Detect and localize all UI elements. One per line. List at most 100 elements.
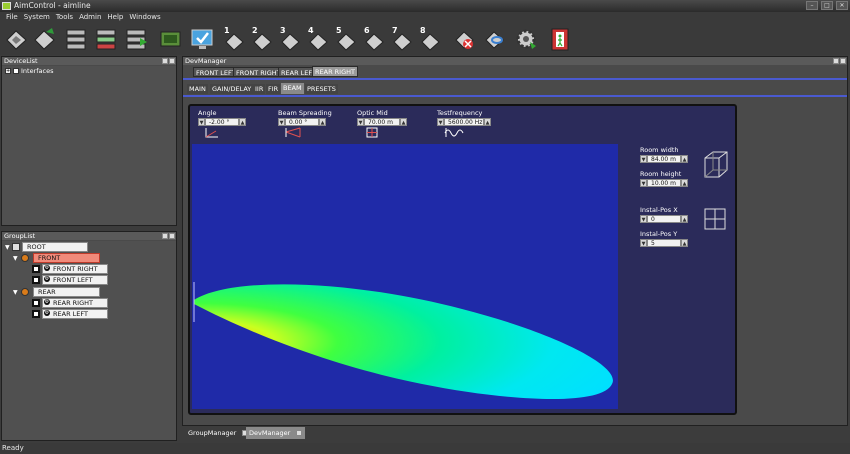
tab-iir[interactable]: IIR — [253, 84, 266, 94]
tree-item-front-right[interactable]: ⚙ FRONT RIGHT — [42, 264, 108, 274]
testfrequency-spinbox[interactable]: ▼ 5600.00 Hz ▲ — [437, 118, 491, 126]
instal-pos-x-spinbox[interactable]: ▼ 0 ▲ — [640, 215, 688, 223]
instal-pos-y-value[interactable]: 5 — [647, 239, 681, 247]
checkbox[interactable] — [13, 68, 19, 74]
panel-float-button[interactable] — [162, 233, 168, 239]
tree-item-front[interactable]: FRONT — [33, 253, 100, 263]
tab-presets[interactable]: PRESETS — [305, 84, 338, 94]
status-bar: Ready — [0, 443, 850, 454]
beam-spreading-value[interactable]: 0.00 ° — [285, 118, 319, 126]
tab-gain-delay[interactable]: GAIN/DELAY — [210, 84, 254, 94]
group-list-title: GroupList — [4, 232, 36, 240]
group-icon — [21, 254, 29, 262]
decrement-arrow-icon[interactable]: ▼ — [640, 215, 647, 223]
exit-button[interactable] — [548, 26, 573, 52]
chip-button[interactable] — [158, 26, 183, 52]
testfrequency-label: Testfrequency — [437, 109, 483, 117]
decrement-arrow-icon[interactable]: ▼ — [357, 118, 364, 126]
tab-group-manager[interactable]: GroupManager — [185, 427, 251, 439]
panel-close-button[interactable] — [840, 58, 846, 64]
collapse-toggle[interactable]: ▼ — [13, 255, 18, 262]
beam-spreading-spinbox[interactable]: ▼ 0.00 ° ▲ — [278, 118, 326, 126]
decrement-arrow-icon[interactable]: ▼ — [278, 118, 285, 126]
preset-6-button[interactable]: 6 — [362, 26, 387, 52]
stack-color-button[interactable] — [94, 26, 119, 52]
increment-arrow-icon[interactable]: ▲ — [681, 215, 688, 223]
increment-arrow-icon[interactable]: ▲ — [239, 118, 246, 126]
link-button[interactable] — [482, 26, 507, 52]
tree-item-front-left[interactable]: ⚙ FRONT LEFT — [42, 275, 108, 285]
minimize-button[interactable]: – — [806, 1, 818, 10]
menu-windows[interactable]: Windows — [126, 12, 163, 23]
angle-value[interactable]: -2.00 ° — [205, 118, 239, 126]
instal-pos-y-spinbox[interactable]: ▼ 5 ▲ — [640, 239, 688, 247]
room-height-value[interactable]: 10.00 m — [647, 179, 681, 187]
settings-button[interactable] — [514, 26, 539, 52]
tree-item-interfaces[interactable]: Interfaces — [21, 67, 54, 75]
collapse-toggle[interactable]: ▼ — [5, 244, 10, 251]
decrement-arrow-icon[interactable]: ▼ — [640, 155, 647, 163]
tab-front-left[interactable]: FRONT LEFT — [193, 67, 239, 77]
preset-4-button[interactable]: 4 — [306, 26, 331, 52]
menu-help[interactable]: Help — [104, 12, 126, 23]
increment-arrow-icon[interactable]: ▲ — [400, 118, 407, 126]
toolbar: 1 2 3 4 5 6 7 8 — [0, 23, 850, 55]
sine-wave-icon — [444, 128, 464, 137]
disconnect-device-button[interactable] — [32, 26, 57, 52]
tree-item-rear-right[interactable]: ⚙ REAR RIGHT — [42, 298, 108, 308]
tab-beam[interactable]: BEAM — [281, 83, 304, 94]
tab-front-right[interactable]: FRONT RIGHT — [233, 67, 284, 77]
delete-device-button[interactable] — [452, 26, 477, 52]
collapse-toggle[interactable]: ▼ — [13, 289, 18, 296]
decrement-arrow-icon[interactable]: ▼ — [640, 239, 647, 247]
monitor-check-button[interactable] — [190, 26, 215, 52]
optic-mid-value[interactable]: 70.00 m — [364, 118, 400, 126]
stack-arrow-button[interactable] — [124, 26, 149, 52]
preset-5-button[interactable]: 5 — [334, 26, 359, 52]
menu-system[interactable]: System — [21, 12, 53, 23]
instal-pos-x-value[interactable]: 0 — [647, 215, 681, 223]
close-button[interactable]: ✕ — [836, 1, 848, 10]
increment-arrow-icon[interactable]: ▲ — [681, 179, 688, 187]
panel-close-button[interactable] — [169, 233, 175, 239]
decrement-arrow-icon[interactable]: ▼ — [198, 118, 205, 126]
menu-admin[interactable]: Admin — [76, 12, 104, 23]
tab-fir[interactable]: FIR — [266, 84, 281, 94]
tab-close-icon[interactable] — [296, 430, 303, 436]
increment-arrow-icon[interactable]: ▲ — [319, 118, 326, 126]
beam-heatmap[interactable] — [192, 144, 618, 409]
menu-file[interactable]: File — [3, 12, 21, 23]
tree-item-rear[interactable]: REAR — [33, 287, 100, 297]
preset-8-button[interactable]: 8 — [418, 26, 443, 52]
preset-2-button[interactable]: 2 — [250, 26, 275, 52]
decrement-arrow-icon[interactable]: ▼ — [437, 118, 444, 126]
optic-mid-spinbox[interactable]: ▼ 70.00 m ▲ — [357, 118, 407, 126]
decrement-arrow-icon[interactable]: ▼ — [640, 179, 647, 187]
menu-tools[interactable]: Tools — [53, 12, 76, 23]
angle-spinbox[interactable]: ▼ -2.00 ° ▲ — [198, 118, 246, 126]
preset-1-button[interactable]: 1 — [222, 26, 247, 52]
panel-close-button[interactable] — [169, 58, 175, 64]
increment-arrow-icon[interactable]: ▲ — [484, 118, 491, 126]
increment-arrow-icon[interactable]: ▲ — [681, 239, 688, 247]
panel-float-button[interactable] — [833, 58, 839, 64]
room-height-spinbox[interactable]: ▼ 10.00 m ▲ — [640, 179, 688, 187]
preset-7-button[interactable]: 7 — [390, 26, 415, 52]
expand-toggle[interactable]: + — [5, 68, 11, 74]
panel-float-button[interactable] — [162, 58, 168, 64]
tab-rear-right[interactable]: REAR RIGHT — [312, 66, 358, 77]
tree-item-rear-left[interactable]: ⚙ REAR LEFT — [42, 309, 108, 319]
tab-dev-manager[interactable]: DevManager — [246, 427, 306, 439]
exit-door-icon — [551, 28, 569, 51]
room-width-spinbox[interactable]: ▼ 84.00 m ▲ — [640, 155, 688, 163]
increment-arrow-icon[interactable]: ▲ — [681, 155, 688, 163]
stack-grey-button[interactable] — [64, 26, 89, 52]
group-list-header: GroupList — [2, 232, 176, 240]
testfrequency-value[interactable]: 5600.00 Hz — [444, 118, 484, 126]
room-width-value[interactable]: 84.00 m — [647, 155, 681, 163]
connect-device-button[interactable] — [4, 26, 29, 52]
tree-item-root[interactable]: ROOT — [22, 242, 88, 252]
tab-main[interactable]: MAIN — [187, 84, 208, 94]
maximize-button[interactable]: □ — [821, 1, 833, 10]
preset-3-button[interactable]: 3 — [278, 26, 303, 52]
